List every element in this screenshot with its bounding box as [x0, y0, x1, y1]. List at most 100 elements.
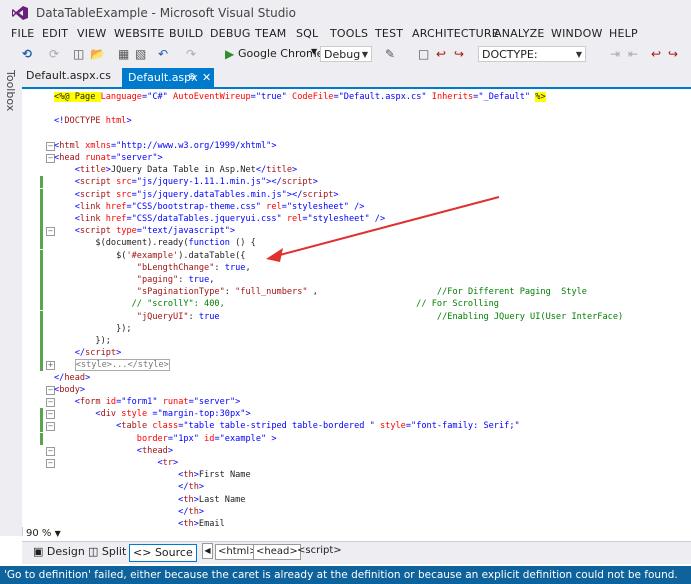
- change-marker: [40, 310, 43, 323]
- code-line: "sPaginationType": "full_numbers" , //Fo…: [54, 286, 587, 298]
- menu-debug[interactable]: DEBUG: [210, 27, 251, 40]
- change-marker: [40, 249, 43, 262]
- configuration-select[interactable]: Debug ▼: [320, 46, 372, 62]
- code-token: ,: [245, 262, 251, 273]
- change-marker: [40, 432, 43, 445]
- design-view-button[interactable]: ▣ Design: [30, 544, 88, 560]
- code-token: title: [266, 165, 293, 176]
- code-token: >: [173, 458, 179, 468]
- new-project-icon[interactable]: ◫: [73, 47, 84, 61]
- code-line: <%@ Page Language="C#" AutoEventWireup="…: [54, 91, 546, 103]
- menu-website[interactable]: WEBSITE: [114, 27, 164, 40]
- tab-default-aspx[interactable]: Default.aspx ⊕ ✕: [122, 68, 214, 87]
- code-line: });: [54, 323, 132, 335]
- menu-view[interactable]: VIEW: [77, 27, 106, 40]
- code-token: <: [54, 177, 80, 188]
- doctype-select[interactable]: DOCTYPE: XHTML5▼: [478, 46, 586, 77]
- code-editor[interactable]: <%@ Page Language="C#" AutoEventWireup="…: [22, 89, 691, 527]
- code-token: <style>...</style>: [74, 359, 170, 372]
- uncomment-icon[interactable]: ↪: [454, 47, 464, 61]
- code-token: true: [188, 275, 210, 285]
- code-token: script: [281, 177, 313, 188]
- open-file-icon[interactable]: 📂: [90, 47, 105, 61]
- code-token: id: [204, 433, 215, 444]
- code-token: </: [54, 482, 189, 493]
- menu-test[interactable]: TEST: [375, 27, 403, 40]
- change-marker: [40, 225, 43, 238]
- chevron-down-icon[interactable]: ▼: [311, 47, 317, 56]
- code-line: <head runat="server">: [54, 152, 163, 164]
- menu-help[interactable]: HELP: [609, 27, 638, 40]
- change-marker: [40, 359, 43, 372]
- code-token: link: [79, 214, 106, 224]
- code-token: <: [54, 165, 80, 176]
- menu-edit[interactable]: EDIT: [42, 27, 68, 40]
- close-icon[interactable]: ✕: [202, 68, 211, 87]
- back-icon[interactable]: ⟲: [22, 47, 32, 61]
- save-icon[interactable]: ▦: [118, 47, 129, 61]
- breadcrumb-back-icon[interactable]: ◀: [202, 543, 213, 559]
- code-line: <script src="js/jquery-1.11.1.min.js"></…: [54, 176, 318, 188]
- code-token: </: [54, 506, 189, 517]
- save-all-icon[interactable]: ▧: [135, 47, 146, 61]
- menu-architecture[interactable]: ARCHITECTURE: [412, 27, 499, 40]
- code-token: <: [54, 470, 184, 481]
- code-token: "paging": [136, 275, 179, 285]
- undo-icon[interactable]: ↶: [158, 47, 168, 61]
- split-view-button[interactable]: ◫ Split: [85, 544, 129, 560]
- code-line: <script type="text/javascript">: [54, 225, 235, 237]
- code-token: DOCTYPE: [64, 116, 106, 127]
- code-token: Language: [100, 92, 142, 102]
- code-token: border: [136, 433, 168, 444]
- code-token: ="CSS/dataTables.jqueryui.css": [126, 214, 287, 224]
- tab-default-aspx-cs[interactable]: Default.aspx.cs: [26, 69, 111, 82]
- code-token: //Enabling JQuery UI(User InterFace): [436, 311, 624, 322]
- toolbox-label[interactable]: Toolbox: [3, 70, 17, 111]
- code-token: ="example" >: [214, 433, 277, 444]
- code-token: src: [116, 189, 132, 200]
- breadcrumb-script[interactable]: <script>: [297, 545, 342, 556]
- menu-window[interactable]: WINDOW: [551, 27, 603, 40]
- code-line: // "scrollY": 400, // For Scrolling: [54, 298, 499, 310]
- menu-sql[interactable]: SQL: [296, 27, 318, 40]
- menu-analyze[interactable]: ANALYZE: [494, 27, 545, 40]
- menu-build[interactable]: BUILD: [169, 27, 203, 40]
- split-icon: ◫: [88, 545, 99, 558]
- code-token: >: [292, 165, 298, 176]
- code-line: <div style ="margin-top:30px">: [54, 408, 250, 420]
- code-token: ="stylesheet" />: [281, 201, 365, 212]
- zoom-level[interactable]: 90 % ▼: [26, 528, 76, 542]
- indent-icon[interactable]: ⇥: [610, 47, 620, 61]
- menu-tools[interactable]: TOOLS: [330, 27, 368, 40]
- code-token: script: [79, 177, 117, 188]
- pin-icon[interactable]: ⊕: [188, 68, 196, 87]
- code-token: th: [183, 470, 194, 481]
- breadcrumb-head[interactable]: <head>: [253, 544, 301, 560]
- code-token: Email: [198, 519, 225, 527]
- redo-icon[interactable]: ↷: [186, 47, 196, 61]
- code-token: :: [178, 275, 189, 285]
- document-icon[interactable]: □: [418, 47, 429, 61]
- code-token: >: [85, 372, 91, 383]
- change-marker: [40, 274, 43, 286]
- pointer-tool-icon[interactable]: ✎: [385, 47, 395, 61]
- uncomment-lines-icon[interactable]: ↪: [668, 47, 678, 61]
- code-token: form: [79, 397, 106, 407]
- forward-icon[interactable]: ⟳: [49, 47, 59, 61]
- code-token: <!: [54, 116, 65, 127]
- menu-file[interactable]: FILE: [11, 27, 34, 40]
- outdent-icon[interactable]: ⇤: [628, 47, 638, 61]
- code-token: >: [126, 116, 132, 127]
- start-debugging-icon[interactable]: ▶: [225, 47, 234, 61]
- code-token: <: [54, 397, 80, 407]
- code-token: $(document).ready(: [54, 238, 189, 249]
- code-line: <th>Email: [54, 518, 225, 527]
- toolbox-panel[interactable]: [0, 66, 23, 536]
- code-token: title: [79, 165, 106, 176]
- comment-out-icon[interactable]: ↩: [651, 47, 661, 61]
- comment-icon[interactable]: ↩: [436, 47, 446, 61]
- menu-team[interactable]: TEAM: [255, 27, 287, 40]
- source-view-button[interactable]: <> Source: [129, 544, 197, 562]
